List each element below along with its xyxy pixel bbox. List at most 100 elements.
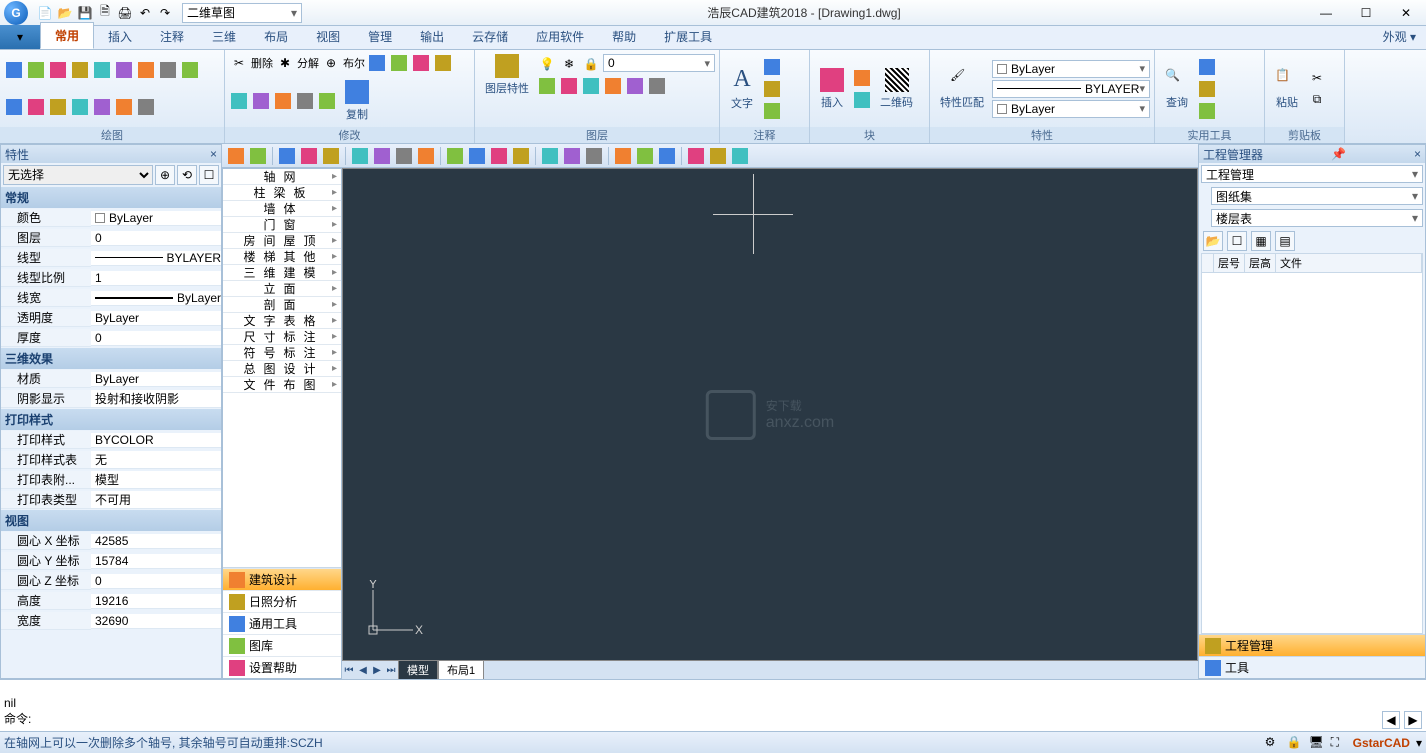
layermerge-icon[interactable] [625, 76, 645, 96]
pm-new-icon[interactable]: ☐ [1227, 231, 1247, 251]
dtree-item[interactable]: 文字表格 [223, 313, 341, 329]
donut-icon[interactable] [48, 97, 68, 117]
copy-button[interactable]: 复制 [339, 78, 375, 124]
tab-last-icon[interactable]: ⏭ [384, 663, 398, 677]
prop-transparency[interactable]: ByLayer [91, 311, 221, 326]
layeriso-icon[interactable] [537, 76, 557, 96]
workspace-selector[interactable]: 二维草图 [182, 3, 302, 23]
attdef-icon[interactable] [852, 90, 872, 110]
tab-output[interactable]: 输出 [406, 24, 458, 49]
cmd-scroll-left-icon[interactable]: ◀ [1382, 711, 1400, 729]
prop-thickness[interactable]: 0 [91, 331, 221, 346]
save-icon[interactable]: 💾 [76, 4, 94, 22]
extend-icon[interactable] [229, 91, 249, 111]
spline-icon[interactable] [158, 60, 178, 80]
mirror-icon[interactable] [251, 91, 271, 111]
scale-icon[interactable] [273, 91, 293, 111]
group-general[interactable]: 常规 [1, 187, 221, 208]
pm-combo-sheets[interactable]: 图纸集 [1211, 187, 1423, 205]
helix-icon[interactable] [26, 97, 46, 117]
dtree-item[interactable]: 三维建模 [223, 265, 341, 281]
trim-icon[interactable] [433, 53, 453, 73]
prop-layer[interactable]: 0 [91, 231, 221, 246]
layerdel-icon[interactable] [647, 76, 667, 96]
dtree-item[interactable]: 墙体 [223, 201, 341, 217]
stretch-icon[interactable] [295, 91, 315, 111]
tb-icon[interactable] [730, 146, 750, 166]
ellipse-icon[interactable] [114, 60, 134, 80]
dtab-sun[interactable]: 日照分析 [223, 590, 341, 612]
tab-apps[interactable]: 应用软件 [522, 24, 598, 49]
selection-filter[interactable]: 无选择 [3, 165, 153, 185]
table2-icon[interactable] [762, 101, 782, 121]
fillet-icon[interactable] [317, 91, 337, 111]
prop-width[interactable]: 32690 [91, 614, 221, 629]
tb-icon[interactable] [562, 146, 582, 166]
dtree-item[interactable]: 柱梁板 [223, 185, 341, 201]
mline-icon[interactable] [136, 97, 156, 117]
appearance-button[interactable]: 外观 ▾ [1373, 24, 1426, 49]
dtree-item[interactable]: 剖面 [223, 297, 341, 313]
tb-icon[interactable] [350, 146, 370, 166]
tb-icon[interactable] [686, 146, 706, 166]
status-monitor-icon[interactable]: 🖥 [1309, 735, 1325, 751]
status-lock-icon[interactable]: 🔒 [1287, 735, 1303, 751]
status-expand-icon[interactable]: ▾ [1416, 736, 1422, 750]
pm-foot-project[interactable]: 工程管理 [1199, 634, 1425, 656]
prop-center-z[interactable]: 0 [91, 574, 221, 589]
dtab-help[interactable]: 设置帮助 [223, 656, 341, 678]
tb-icon[interactable] [489, 146, 509, 166]
region-icon[interactable] [4, 97, 24, 117]
tab-extend[interactable]: 扩展工具 [650, 24, 726, 49]
tab-help[interactable]: 帮助 [598, 24, 650, 49]
pm-add-icon[interactable]: ▦ [1251, 231, 1271, 251]
layerprev-icon[interactable] [581, 76, 601, 96]
measure-icon[interactable] [1197, 57, 1217, 77]
dtab-gallery[interactable]: 图库 [223, 634, 341, 656]
properties-close-icon[interactable]: × [210, 147, 217, 161]
print-icon[interactable]: 🖨 [116, 4, 134, 22]
pm-combo-floors[interactable]: 楼层表 [1211, 209, 1423, 227]
rotate-icon[interactable] [411, 53, 431, 73]
wipeout-icon[interactable] [92, 97, 112, 117]
pm-combo-project[interactable]: 工程管理 [1201, 165, 1423, 183]
explode-icon[interactable]: ✱ [275, 53, 295, 73]
close-button[interactable]: ✕ [1386, 0, 1426, 26]
tb-icon[interactable] [613, 146, 633, 166]
tb-icon[interactable] [657, 146, 677, 166]
dtab-tools[interactable]: 通用工具 [223, 612, 341, 634]
circle-icon[interactable] [48, 60, 68, 80]
prop-linetype[interactable]: BYLAYER [91, 251, 221, 266]
dtab-design[interactable]: 建筑设计 [223, 568, 341, 590]
quickselect-icon[interactable]: ⊕ [155, 165, 175, 185]
dtree-item[interactable]: 房间屋顶 [223, 233, 341, 249]
prop-plottable[interactable]: 无 [91, 451, 221, 469]
tab-manage[interactable]: 管理 [354, 24, 406, 49]
pm-del-icon[interactable]: ▤ [1275, 231, 1295, 251]
group-plotstyle[interactable]: 打印样式 [1, 409, 221, 430]
layerlock-icon[interactable]: 🔒 [581, 54, 601, 74]
calc-icon[interactable] [1197, 79, 1217, 99]
tb-icon[interactable] [708, 146, 728, 166]
prop-shadow[interactable]: 投射和接收阴影 [91, 390, 221, 408]
tab-layout[interactable]: 布局 [250, 24, 302, 49]
qr-button[interactable]: 二维码 [874, 66, 919, 112]
layout1-tab[interactable]: 布局1 [438, 660, 484, 680]
prop-center-y[interactable]: 15784 [91, 554, 221, 569]
block-icon[interactable] [852, 68, 872, 88]
layermatch-icon[interactable] [559, 76, 579, 96]
table-icon[interactable] [114, 97, 134, 117]
dtree-item[interactable]: 符号标注 [223, 345, 341, 361]
text-button[interactable]: A文字 [724, 64, 760, 113]
app-menu-button[interactable]: ▾ [0, 25, 40, 49]
pm-pin-icon[interactable]: 📌 [1331, 147, 1346, 161]
hatch-icon[interactable] [136, 60, 156, 80]
tab-common[interactable]: 常用 [40, 22, 94, 49]
prop-plottype[interactable]: 不可用 [91, 491, 221, 509]
tb-icon[interactable] [394, 146, 414, 166]
layerfreeze-icon[interactable]: ❄ [559, 54, 579, 74]
pm-foot-tools[interactable]: 工具 [1199, 656, 1425, 678]
copy2-icon[interactable]: ⧉ [1307, 90, 1327, 110]
current-layer-combo[interactable]: 0 [603, 54, 715, 72]
prop-plotattach[interactable]: 模型 [91, 471, 221, 489]
